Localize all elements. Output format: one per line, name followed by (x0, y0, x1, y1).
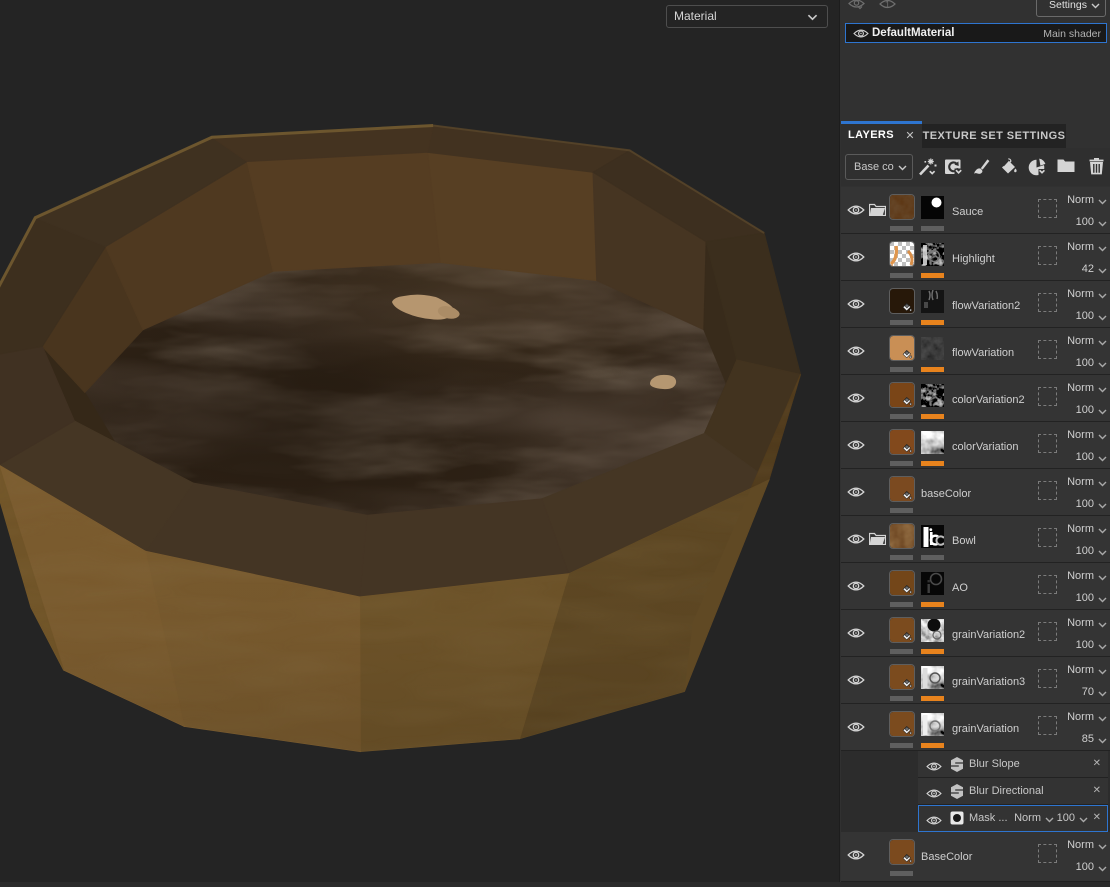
svg-text:1: 1 (885, 0, 890, 9)
